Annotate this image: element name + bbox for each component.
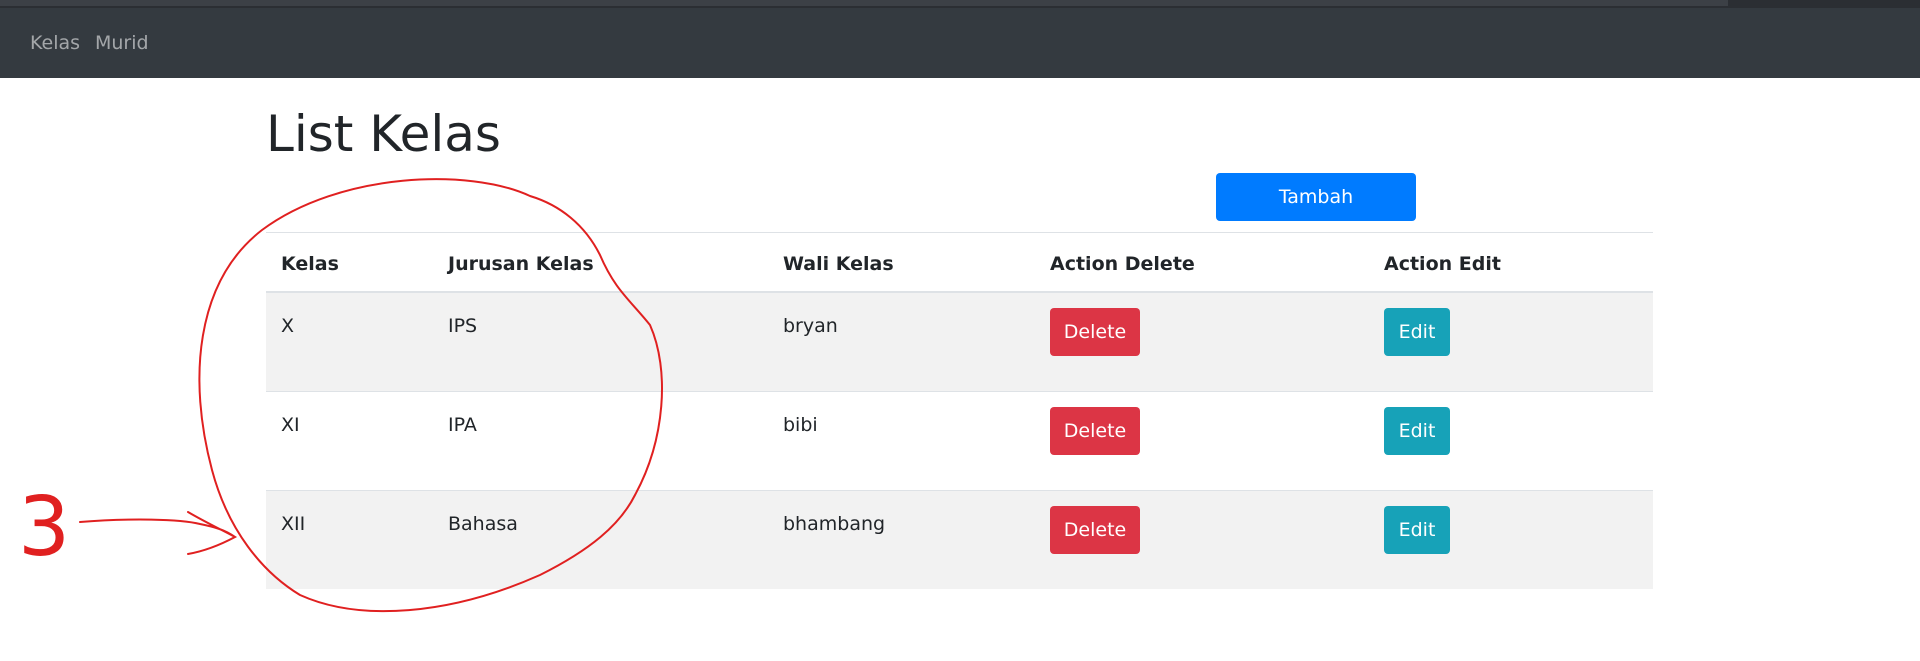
edit-button[interactable]: Edit (1384, 407, 1450, 455)
annotation-number: 3 (18, 480, 70, 575)
cell-wali: bibi (783, 414, 818, 436)
browser-top-strip (0, 0, 1920, 8)
cell-kelas: X (281, 315, 295, 337)
navbar: Kelas Murid (0, 8, 1920, 78)
table-header: Kelas Jurusan Kelas Wali Kelas Action De… (266, 233, 1653, 293)
nav-link-murid[interactable]: Murid (95, 32, 149, 54)
cell-jurusan: Bahasa (448, 513, 518, 535)
header-action-delete: Action Delete (1050, 253, 1195, 275)
table-row: X IPS bryan Delete Edit (266, 293, 1653, 392)
delete-button[interactable]: Delete (1050, 506, 1140, 554)
kelas-table: Kelas Jurusan Kelas Wali Kelas Action De… (266, 232, 1653, 589)
edit-button[interactable]: Edit (1384, 308, 1450, 356)
table-row: XII Bahasa bhambang Delete Edit (266, 491, 1653, 589)
browser-top-strip-bar (0, 0, 1728, 6)
header-kelas: Kelas (281, 253, 339, 275)
cell-jurusan: IPA (448, 414, 477, 436)
cell-kelas: XI (281, 414, 300, 436)
cell-wali: bryan (783, 315, 838, 337)
cell-jurusan: IPS (448, 315, 478, 337)
nav-link-kelas[interactable]: Kelas (30, 32, 80, 54)
add-button[interactable]: Tambah (1216, 173, 1416, 221)
cell-kelas: XII (281, 513, 306, 535)
header-wali-kelas: Wali Kelas (783, 253, 894, 275)
page-title: List Kelas (266, 105, 501, 163)
delete-button[interactable]: Delete (1050, 308, 1140, 356)
delete-button[interactable]: Delete (1050, 407, 1140, 455)
edit-button[interactable]: Edit (1384, 506, 1450, 554)
header-action-edit: Action Edit (1384, 253, 1501, 275)
header-jurusan-kelas: Jurusan Kelas (448, 253, 594, 275)
annotation-arrow (79, 511, 238, 555)
table-row: XI IPA bibi Delete Edit (266, 392, 1653, 491)
cell-wali: bhambang (783, 513, 886, 535)
